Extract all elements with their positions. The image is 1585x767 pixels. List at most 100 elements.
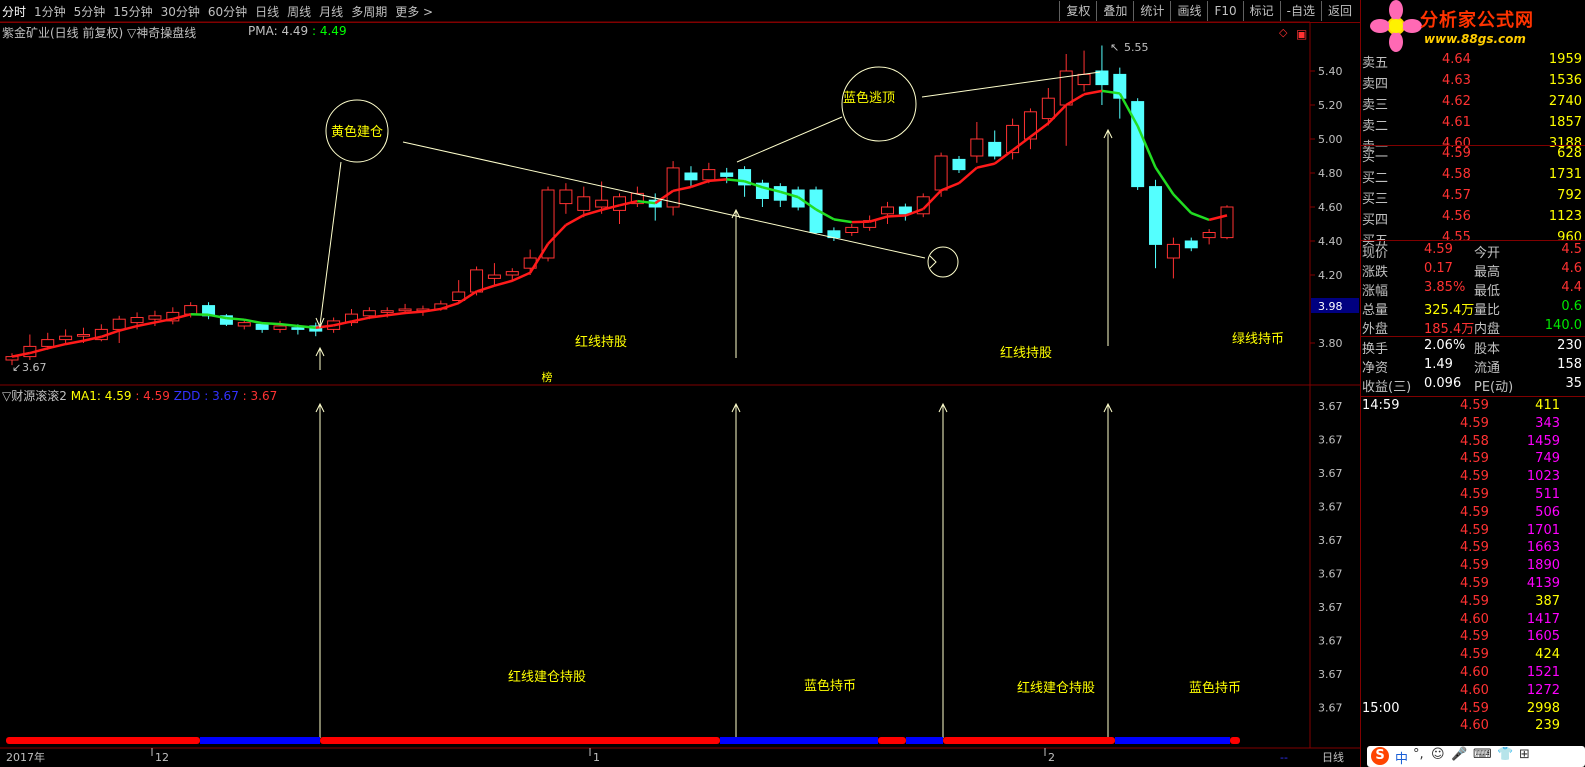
- quote-row[interactable]: 外盘 185.4万 内盘 140.0: [1362, 318, 1584, 337]
- tick-volume: 1459: [1526, 433, 1560, 449]
- quote-row[interactable]: 4.59 511: [1362, 487, 1584, 505]
- axis-year: 2017年: [6, 750, 45, 764]
- quote-row[interactable]: 卖二 4.61 1857: [1362, 115, 1584, 134]
- quote-row[interactable]: 4.59 1890: [1362, 558, 1584, 576]
- fund-value: 1.49: [1424, 357, 1453, 372]
- tick-volume: 2998: [1526, 700, 1560, 716]
- quote-volume: 1959: [1548, 52, 1582, 67]
- candle-body: [1041, 97, 1055, 120]
- tick-volume: 1890: [1526, 558, 1560, 574]
- quote-row[interactable]: 4.59 387: [1362, 594, 1584, 612]
- yellow-pointer: [319, 161, 342, 326]
- mic-icon[interactable]: 🎤: [1451, 747, 1467, 762]
- chart-canvas[interactable]: 5.405.205.004.804.604.404.203.80 3.673.6…: [0, 0, 1360, 767]
- quote-row[interactable]: 换手 2.06% 股本 230: [1362, 338, 1584, 357]
- quote-price: 4.56: [1442, 209, 1471, 224]
- bang-marker: 榜: [542, 370, 553, 384]
- emoji-icon[interactable]: ☺: [1431, 747, 1445, 762]
- quote-row[interactable]: 卖四 4.63 1536: [1362, 73, 1584, 92]
- quote-row[interactable]: 4.60 1417: [1362, 612, 1584, 630]
- quote-row[interactable]: 4.59 1663: [1362, 540, 1584, 558]
- quote-row[interactable]: 4.60 239: [1362, 718, 1584, 736]
- keyboard-icon[interactable]: ⌨: [1473, 747, 1492, 762]
- stat-value: 325.4万: [1424, 303, 1475, 318]
- quote-row[interactable]: 15:00 4.59 2998: [1362, 701, 1584, 719]
- axis-scroll-icon[interactable]: --: [1280, 751, 1288, 764]
- quote-row[interactable]: 4.59 1023: [1362, 469, 1584, 487]
- sub-y-tick-label: 3.67: [1318, 534, 1343, 547]
- quote-row[interactable]: 买一 4.59 628: [1362, 146, 1584, 165]
- tick-volume: 1521: [1526, 665, 1560, 680]
- quote-row[interactable]: 4.59 749: [1362, 451, 1584, 469]
- quote-row[interactable]: 4.59 4139: [1362, 576, 1584, 594]
- expand-icon[interactable]: ▣: [1296, 27, 1307, 41]
- tick-price: 4.59: [1460, 629, 1489, 645]
- fund-label: 收益(三): [1362, 380, 1412, 395]
- quote-row[interactable]: 4.59 506: [1362, 505, 1584, 523]
- signal-blue-2: [720, 737, 878, 744]
- annotation-layer: 黄色建仓 蓝色逃顶 ↖ 5.55 ↙ 3.67 红线持股 红线持股 绿线持币 榜…: [12, 41, 1284, 738]
- quote-row[interactable]: 买二 4.58 1731: [1362, 167, 1584, 186]
- fund-label: 净资: [1362, 361, 1389, 376]
- site-logo: 分析家公式网 www.88gs.com: [1366, 0, 1566, 52]
- candle-body: [59, 335, 73, 341]
- tools-icon[interactable]: ⊞: [1519, 747, 1530, 762]
- quote-row[interactable]: 总量 325.4万 量比 0.6: [1362, 299, 1584, 318]
- stat-value: 0.17: [1424, 261, 1453, 276]
- punct-mode[interactable]: °,: [1413, 747, 1424, 762]
- y-tick-label: 4.60: [1318, 201, 1343, 214]
- quote-row[interactable]: 买三 4.57 792: [1362, 188, 1584, 207]
- stat-label: 外盘: [1362, 322, 1389, 337]
- quote-row[interactable]: 买四 4.56 1123: [1362, 209, 1584, 228]
- panel-divider: [1361, 396, 1585, 397]
- quote-row[interactable]: 4.60 1521: [1362, 665, 1584, 683]
- sogou-icon[interactable]: S: [1371, 747, 1389, 765]
- quote-row[interactable]: 涨跌 0.17 最高 4.6: [1362, 261, 1584, 280]
- tick-price: 4.59: [1460, 415, 1489, 431]
- candle-body: [595, 199, 609, 208]
- quote-volume: 1536: [1548, 73, 1582, 88]
- stat-value: 185.4万: [1424, 322, 1475, 337]
- tick-volume: 511: [1535, 487, 1560, 502]
- tick-price: 4.59: [1460, 504, 1489, 520]
- tick-time: 14:59: [1362, 398, 1400, 413]
- quote-volume: 1857: [1548, 115, 1582, 130]
- sub-y-tick-label: 3.67: [1318, 467, 1343, 480]
- quote-row[interactable]: 净资 1.49 流通 158: [1362, 357, 1584, 376]
- candle-body: [1184, 240, 1198, 249]
- quote-row[interactable]: 4.59 424: [1362, 647, 1584, 665]
- quote-row[interactable]: 收益(三) 0.096 PE(动) 35: [1362, 376, 1584, 395]
- quote-row[interactable]: 4.59 1701: [1362, 523, 1584, 541]
- quote-row[interactable]: 涨幅 3.85% 最低 4.4: [1362, 280, 1584, 299]
- collapse-icon[interactable]: ◇: [1279, 26, 1288, 39]
- quote-row[interactable]: 4.58 1459: [1362, 434, 1584, 452]
- quote-row[interactable]: 卖五 4.64 1959: [1362, 52, 1584, 71]
- quote-row[interactable]: 4.59 343: [1362, 416, 1584, 434]
- candle-body: [112, 318, 126, 330]
- candle-body: [255, 323, 269, 330]
- stat-label-2: 最低: [1474, 284, 1501, 299]
- stat-value-2: 4.4: [1561, 280, 1582, 295]
- stat-label-2: 今开: [1474, 246, 1501, 261]
- candle-body: [559, 189, 573, 205]
- y-tick-label: 4.20: [1318, 269, 1343, 282]
- y-tick-label: 4.80: [1318, 167, 1343, 180]
- current-price-tag-text: 3.98: [1318, 300, 1343, 313]
- candle-body: [398, 308, 412, 312]
- quote-volume: 628: [1557, 146, 1582, 161]
- quote-row[interactable]: 卖三 4.62 2740: [1362, 94, 1584, 113]
- candle-body: [184, 305, 198, 315]
- quote-row[interactable]: 14:59 4.59 411: [1362, 398, 1584, 416]
- ime-tray[interactable]: S 中 °, ☺ 🎤 ⌨ 👕 ⊞: [1367, 746, 1585, 767]
- quote-label: 卖四: [1362, 77, 1389, 92]
- fund-value: 2.06%: [1424, 338, 1466, 353]
- skin-icon[interactable]: 👕: [1497, 747, 1513, 762]
- ime-mode[interactable]: 中: [1395, 748, 1408, 767]
- quote-row[interactable]: 4.59 1605: [1362, 629, 1584, 647]
- tick-price: 4.60: [1460, 665, 1489, 680]
- stat-label: 涨幅: [1362, 284, 1389, 299]
- tick-price: 4.59: [1460, 593, 1489, 609]
- quote-row[interactable]: 4.60 1272: [1362, 683, 1584, 701]
- quote-label: 卖五: [1362, 56, 1389, 71]
- quote-row[interactable]: 现价 4.59 今开 4.5: [1362, 242, 1584, 261]
